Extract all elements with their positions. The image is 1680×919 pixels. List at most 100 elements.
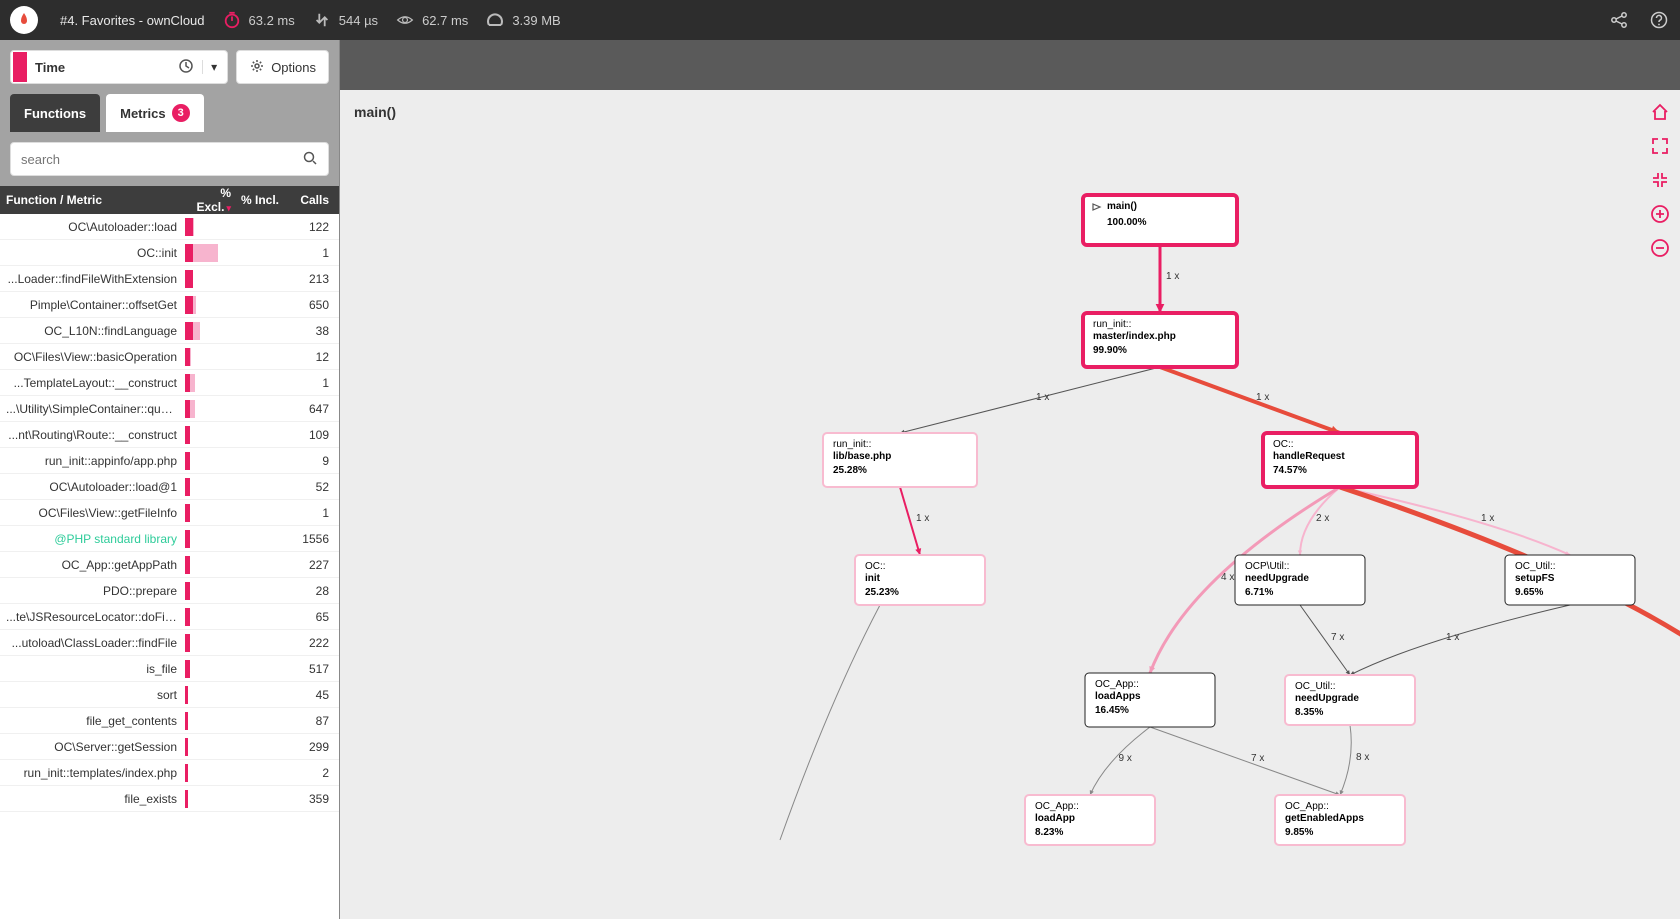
expand-icon[interactable] <box>1648 134 1672 158</box>
svg-text:OC::: OC:: <box>1273 439 1294 450</box>
function-row[interactable]: OC\Files\View::getFileInfo1 <box>0 500 339 526</box>
function-row[interactable]: ...Loader::findFileWithExtension213 <box>0 266 339 292</box>
graph-node-loadapps[interactable]: OC_App::loadApps16.45% <box>1085 673 1215 727</box>
function-row[interactable]: is_file517 <box>0 656 339 682</box>
graph-node-handle[interactable]: OC::handleRequest74.57% <box>1263 433 1417 487</box>
function-row[interactable]: run_init::templates/index.php2 <box>0 760 339 786</box>
sidebar: Time ▾ Options Functions Metrics3 <box>0 40 340 919</box>
app-logo[interactable] <box>10 6 38 34</box>
sidebar-tabs: Functions Metrics3 <box>0 94 339 132</box>
tab-metrics[interactable]: Metrics3 <box>106 94 204 132</box>
svg-text:OC_App::: OC_App:: <box>1095 679 1139 690</box>
svg-text:getEnabledApps: getEnabledApps <box>1285 813 1364 824</box>
chevron-down-icon: ▾ <box>202 60 217 74</box>
function-row[interactable]: Pimple\Container::offsetGet650 <box>0 292 339 318</box>
function-name: OC_App::getAppPath <box>0 558 183 572</box>
function-row[interactable]: OC\Autoloader::load@152 <box>0 474 339 500</box>
function-calls: 12 <box>283 350 339 364</box>
zoom-in-icon[interactable] <box>1648 202 1672 226</box>
cpu-eye-icon <box>396 11 414 29</box>
function-row[interactable]: OC\Files\View::basicOperation12 <box>0 344 339 370</box>
function-calls: 650 <box>283 298 339 312</box>
function-list[interactable]: OC\Autoloader::load122OC::init1...Loader… <box>0 214 339 919</box>
function-row[interactable]: file_exists359 <box>0 786 339 812</box>
function-row[interactable]: OC\Autoloader::load122 <box>0 214 339 240</box>
graph-node-needup2[interactable]: OC_Util::needUpgrade8.35% <box>1285 675 1415 725</box>
header-function[interactable]: Function / Metric <box>0 193 183 207</box>
metric-selector[interactable]: Time ▾ <box>10 50 228 84</box>
table-header: Function / Metric % Excl.▾ % Incl. Calls <box>0 186 339 214</box>
function-row[interactable]: OC_L10N::findLanguage 38 <box>0 318 339 344</box>
svg-text:OC_Util::: OC_Util:: <box>1515 561 1556 572</box>
function-calls: 9 <box>283 454 339 468</box>
search-box[interactable] <box>10 142 329 176</box>
function-row[interactable]: sort45 <box>0 682 339 708</box>
svg-text:9 x: 9 x <box>1119 753 1132 764</box>
tab-functions[interactable]: Functions <box>10 94 100 132</box>
function-name: OC_L10N::findLanguage <box>0 324 183 338</box>
function-row[interactable]: OC\Server::getSession299 <box>0 734 339 760</box>
options-label: Options <box>271 60 316 75</box>
header-excl[interactable]: % Excl.▾ <box>183 186 235 214</box>
function-bar <box>183 556 283 574</box>
function-name: ...\Utility\SimpleContainer::query <box>0 402 183 416</box>
function-row[interactable]: @PHP standard library1556 <box>0 526 339 552</box>
svg-text:loadApp: loadApp <box>1035 813 1075 824</box>
function-row[interactable]: run_init::appinfo/app.php9 <box>0 448 339 474</box>
function-name: OC::init <box>0 246 183 260</box>
stat-io-time: 544 µs <box>313 11 378 29</box>
svg-text:OC_Util::: OC_Util:: <box>1295 681 1336 692</box>
svg-text:lib/base.php: lib/base.php <box>833 451 891 462</box>
graph-node-loadapp[interactable]: OC_App::loadApp8.23% <box>1025 795 1155 845</box>
header-calls[interactable]: Calls <box>283 193 339 207</box>
svg-text:4 x: 4 x <box>1221 572 1234 583</box>
collapse-icon[interactable] <box>1648 168 1672 192</box>
function-row[interactable]: ...\Utility\SimpleContainer::query647 <box>0 396 339 422</box>
function-calls: 65 <box>283 610 339 624</box>
function-row[interactable]: PDO::prepare28 <box>0 578 339 604</box>
graph-toolbar <box>1648 100 1672 260</box>
svg-text:run_init::: run_init:: <box>833 439 871 450</box>
graph-node-needup1[interactable]: OCP\Util::needUpgrade6.71% <box>1235 555 1365 605</box>
options-button[interactable]: Options <box>236 50 329 84</box>
function-row[interactable]: ...utoload\ClassLoader::findFile222 <box>0 630 339 656</box>
function-calls: 109 <box>283 428 339 442</box>
function-row[interactable]: file_get_contents87 <box>0 708 339 734</box>
zoom-out-icon[interactable] <box>1648 236 1672 260</box>
function-name: OC\Autoloader::load@1 <box>0 480 183 494</box>
graph-node-main[interactable]: main()100.00% <box>1083 195 1237 245</box>
function-bar <box>183 244 283 262</box>
function-row[interactable]: OC_App::getAppPath227 <box>0 552 339 578</box>
graph-node-index[interactable]: run_init::master/index.php99.90% <box>1083 313 1237 367</box>
function-name: sort <box>0 688 183 702</box>
function-name: @PHP standard library <box>0 532 183 546</box>
function-bar <box>183 660 283 678</box>
function-calls: 38 <box>283 324 339 338</box>
metrics-badge: 3 <box>172 104 190 122</box>
share-icon[interactable] <box>1608 9 1630 31</box>
function-calls: 1 <box>283 506 339 520</box>
svg-text:OC_App::: OC_App:: <box>1285 801 1329 812</box>
function-bar <box>183 530 283 548</box>
function-bar <box>183 452 283 470</box>
help-icon[interactable] <box>1648 9 1670 31</box>
function-name: ...nt\Routing\Route::__construct <box>0 428 183 442</box>
function-row[interactable]: ...nt\Routing\Route::__construct 109 <box>0 422 339 448</box>
home-icon[interactable] <box>1648 100 1672 124</box>
call-graph-canvas[interactable]: main() 1 x1 x1 x1 x2 x1 x4 x1 x7 x1 x9 x… <box>340 90 1680 919</box>
function-row[interactable]: ...te\JSResourceLocator::doFind65 <box>0 604 339 630</box>
graph-node-libbase[interactable]: run_init::lib/base.php25.28% <box>823 433 977 487</box>
svg-text:OCP\Util::: OCP\Util:: <box>1245 561 1289 572</box>
graph-node-setupfs[interactable]: OC_Util::setupFS9.65% <box>1505 555 1635 605</box>
function-name: OC\Autoloader::load <box>0 220 183 234</box>
function-row[interactable]: OC::init 1 <box>0 240 339 266</box>
function-calls: 1 <box>283 246 339 260</box>
graph-node-ocinit[interactable]: OC::init25.23% <box>855 555 985 605</box>
header-incl[interactable]: % Incl. <box>235 193 283 207</box>
function-calls: 299 <box>283 740 339 754</box>
graph-node-getapps[interactable]: OC_App::getEnabledApps9.85% <box>1275 795 1405 845</box>
search-input[interactable] <box>21 152 302 167</box>
function-bar <box>183 608 283 626</box>
svg-text:init: init <box>865 573 881 584</box>
function-row[interactable]: ...TemplateLayout::__construct1 <box>0 370 339 396</box>
